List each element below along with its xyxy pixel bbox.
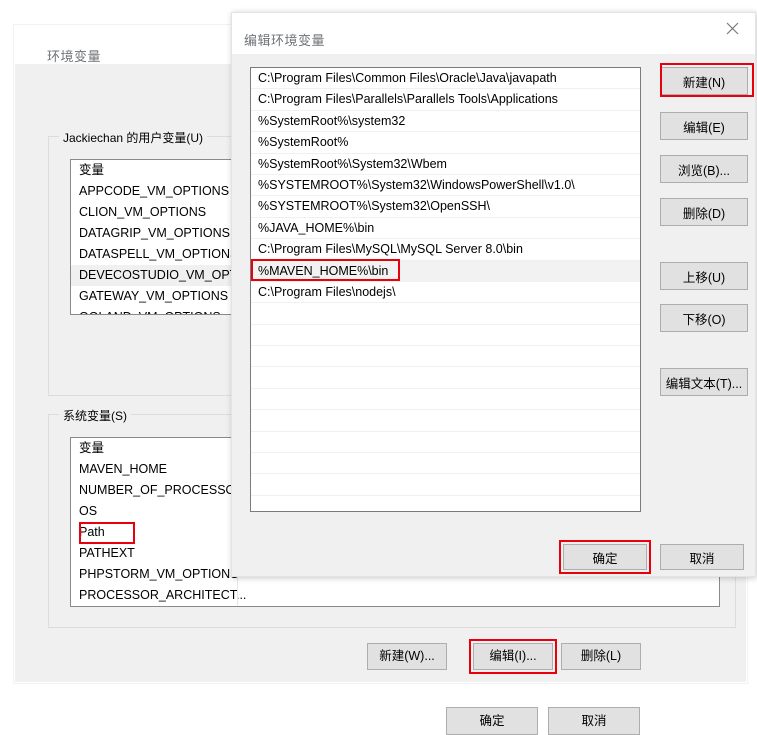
path-entry-empty-row[interactable] xyxy=(251,325,640,347)
path-entry-row[interactable]: %SystemRoot% xyxy=(251,132,640,154)
path-entry-row[interactable]: C:\Program Files\Common Files\Oracle\Jav… xyxy=(251,68,640,90)
ok-button[interactable]: 确定 xyxy=(446,707,538,735)
path-entry-empty-row[interactable] xyxy=(251,346,640,368)
edit-text-button[interactable]: 编辑文本(T)... xyxy=(660,368,748,396)
path-entry-row[interactable]: %SYSTEMROOT%\System32\OpenSSH\ xyxy=(251,196,640,218)
move-down-button[interactable]: 下移(O) xyxy=(660,304,748,332)
path-entry-empty-row[interactable] xyxy=(251,367,640,389)
environment-variables-title: 环境变量 xyxy=(47,49,102,64)
edit-path-button[interactable]: 编辑(E) xyxy=(660,112,748,140)
path-entry-row[interactable]: %SYSTEMROOT%\System32\WindowsPowerShell\… xyxy=(251,175,640,197)
path-entry-empty-row[interactable] xyxy=(251,303,640,325)
dialog-titlebar: 编辑环境变量 xyxy=(232,13,755,54)
cancel-button[interactable]: 取消 xyxy=(548,707,640,735)
path-entry-empty-row[interactable] xyxy=(251,496,640,511)
path-entry-row[interactable]: %SystemRoot%\system32 xyxy=(251,111,640,133)
system-variable-row[interactable]: PROCESSOR_ARCHITECT... xyxy=(71,585,719,606)
path-entry-empty-row[interactable] xyxy=(251,410,640,432)
path-entry-row[interactable]: %SystemRoot%\System32\Wbem xyxy=(251,154,640,175)
dialog-title: 编辑环境变量 xyxy=(244,33,326,48)
path-entry-empty-row[interactable] xyxy=(251,453,640,475)
new-system-variable-button[interactable]: 新建(W)... xyxy=(367,643,447,670)
dialog-ok-button[interactable]: 确定 xyxy=(563,544,647,570)
edit-environment-variable-dialog: 编辑环境变量 C:\Program Files\Common Files\Ora… xyxy=(231,12,756,577)
path-entry-row[interactable]: C:\Program Files\nodejs\ xyxy=(251,282,640,304)
path-entry-row-selected[interactable]: %MAVEN_HOME%\bin xyxy=(251,260,640,282)
dialog-body: C:\Program Files\Common Files\Oracle\Jav… xyxy=(232,54,755,576)
path-entry-empty-row[interactable] xyxy=(251,474,640,496)
system-variables-legend: 系统变量(S) xyxy=(59,407,131,424)
delete-system-variable-button[interactable]: 删除(L) xyxy=(561,643,641,670)
delete-path-button[interactable]: 删除(D) xyxy=(660,198,748,226)
browse-path-button[interactable]: 浏览(B)... xyxy=(660,155,748,183)
path-entry-row[interactable]: %JAVA_HOME%\bin xyxy=(251,218,640,240)
path-entry-row[interactable]: C:\Program Files\MySQL\MySQL Server 8.0\… xyxy=(251,239,640,261)
path-entry-empty-row[interactable] xyxy=(251,389,640,411)
close-icon[interactable] xyxy=(710,13,755,43)
dialog-cancel-button[interactable]: 取消 xyxy=(660,544,744,570)
new-path-button[interactable]: 新建(N) xyxy=(660,67,748,95)
move-up-button[interactable]: 上移(U) xyxy=(660,262,748,290)
edit-system-variable-button[interactable]: 编辑(I)... xyxy=(473,643,553,670)
path-entry-empty-row[interactable] xyxy=(251,432,640,454)
path-entry-row[interactable]: C:\Program Files\Parallels\Parallels Too… xyxy=(251,89,640,111)
path-entries-listbox[interactable]: C:\Program Files\Common Files\Oracle\Jav… xyxy=(250,67,641,512)
user-variables-legend: Jackiechan 的用户变量(U) xyxy=(59,129,208,146)
